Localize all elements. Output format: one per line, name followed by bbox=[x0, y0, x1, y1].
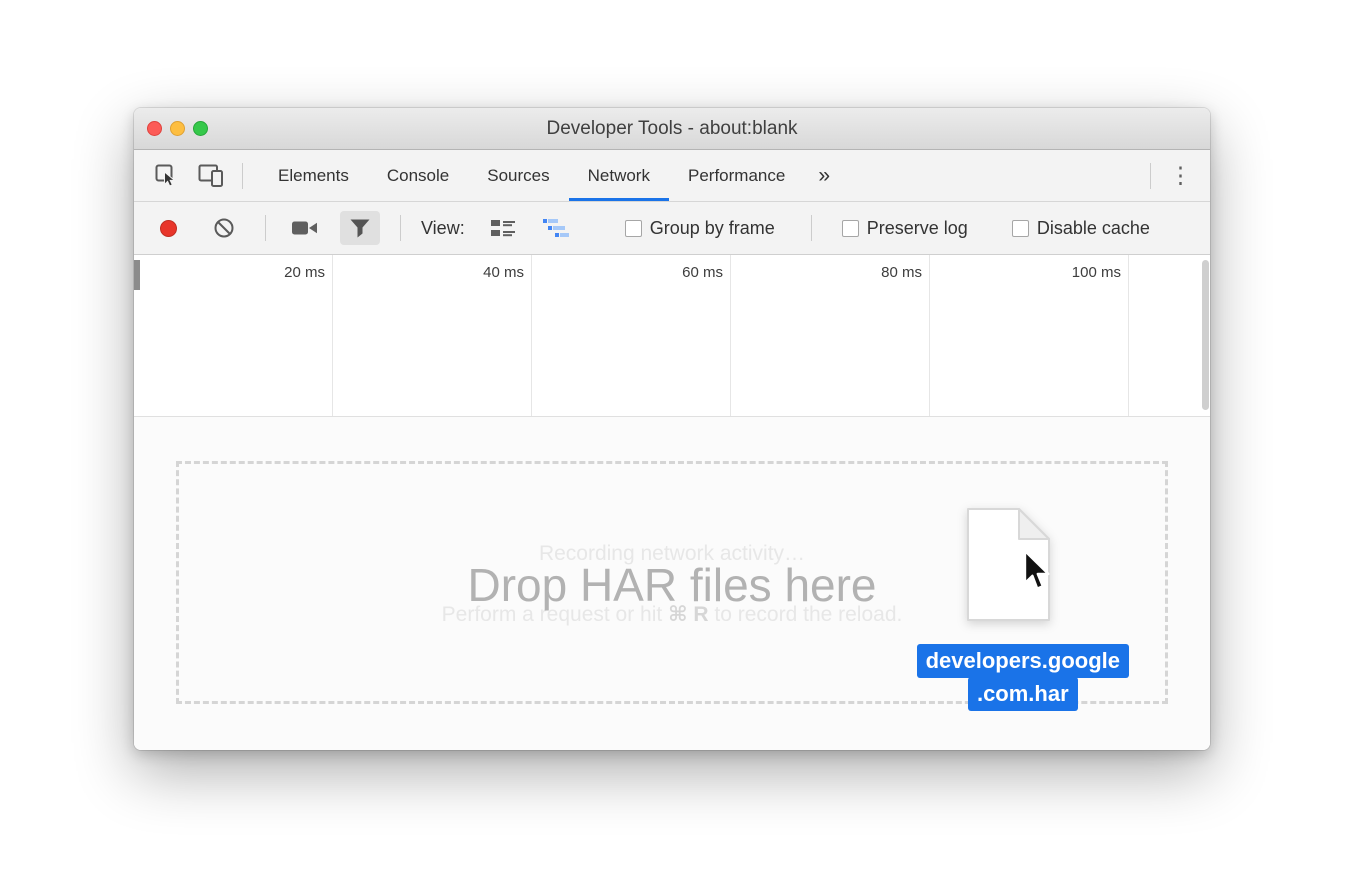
minimize-window-button[interactable] bbox=[170, 121, 185, 136]
timeline-tick-60ms: 60 ms bbox=[682, 264, 723, 281]
disable-cache-checkbox[interactable] bbox=[1012, 220, 1029, 237]
tab-elements[interactable]: Elements bbox=[259, 150, 368, 201]
devtools-window: Developer Tools - about:blank Elements C… bbox=[134, 108, 1210, 750]
tab-sources[interactable]: Sources bbox=[468, 150, 568, 201]
large-request-rows-button[interactable] bbox=[491, 219, 515, 237]
cursor-in-box-icon bbox=[155, 164, 178, 187]
network-overview-timeline: 20 ms 40 ms 60 ms 80 ms 100 ms bbox=[134, 255, 1210, 417]
page: Developer Tools - about:blank Elements C… bbox=[0, 0, 1372, 888]
capture-screenshots-button[interactable] bbox=[292, 219, 318, 237]
network-toolbar: View: bbox=[134, 202, 1210, 255]
tab-performance[interactable]: Performance bbox=[669, 150, 804, 201]
inspect-element-icon[interactable] bbox=[148, 150, 184, 201]
tab-console[interactable]: Console bbox=[368, 150, 468, 201]
devtools-tabbar: Elements Console Sources Network Perform… bbox=[134, 150, 1210, 202]
window-titlebar: Developer Tools - about:blank bbox=[134, 108, 1210, 150]
network-requests-area: Recording network activity… Perform a re… bbox=[134, 417, 1210, 750]
record-button[interactable] bbox=[160, 220, 177, 237]
timeline-column bbox=[1129, 255, 1210, 416]
devtools-menu-button[interactable]: ⋮ bbox=[1151, 150, 1210, 201]
timeline-tick-100ms: 100 ms bbox=[1072, 264, 1121, 281]
toolbar-separator-3 bbox=[811, 215, 812, 241]
tab-network[interactable]: Network bbox=[569, 150, 669, 201]
waterfall-bars-icon bbox=[543, 219, 569, 237]
toggle-device-toolbar-icon[interactable] bbox=[192, 150, 228, 201]
timeline-tick-20ms: 20 ms bbox=[284, 264, 325, 281]
mouse-cursor-icon bbox=[1022, 549, 1052, 598]
list-rows-icon bbox=[491, 219, 515, 237]
show-overview-button[interactable] bbox=[543, 219, 569, 237]
tabbar-separator bbox=[242, 163, 243, 189]
disable-cache-checkbox-group[interactable]: Disable cache bbox=[1012, 218, 1150, 239]
timeline-right-scroll-thumb[interactable] bbox=[1202, 260, 1209, 410]
har-dropzone[interactable]: Recording network activity… Perform a re… bbox=[176, 461, 1168, 704]
timeline-column: 60 ms bbox=[532, 255, 731, 416]
video-camera-icon bbox=[292, 219, 318, 237]
view-label: View: bbox=[421, 218, 465, 239]
zoom-window-button[interactable] bbox=[193, 121, 208, 136]
filter-button[interactable] bbox=[340, 211, 380, 245]
phone-tablet-icon bbox=[198, 164, 223, 187]
traffic-lights bbox=[147, 108, 208, 149]
timeline-left-scroll-thumb[interactable] bbox=[134, 260, 140, 290]
group-by-frame-checkbox[interactable] bbox=[625, 220, 642, 237]
drag-label-line-1: developers.google bbox=[917, 644, 1129, 678]
funnel-icon bbox=[350, 219, 370, 238]
clear-button[interactable] bbox=[213, 217, 235, 239]
disable-cache-label: Disable cache bbox=[1037, 218, 1150, 239]
preserve-log-checkbox-group[interactable]: Preserve log bbox=[842, 218, 968, 239]
group-by-frame-label: Group by frame bbox=[650, 218, 775, 239]
toolbar-separator-2 bbox=[400, 215, 401, 241]
timeline-tick-40ms: 40 ms bbox=[483, 264, 524, 281]
timeline-column: 40 ms bbox=[333, 255, 532, 416]
timeline-column: 80 ms bbox=[731, 255, 930, 416]
drag-label-line-2: .com.har bbox=[968, 677, 1078, 711]
preserve-log-label: Preserve log bbox=[867, 218, 968, 239]
toolbar-separator-1 bbox=[265, 215, 266, 241]
group-by-frame-checkbox-group[interactable]: Group by frame bbox=[625, 218, 775, 239]
close-window-button[interactable] bbox=[147, 121, 162, 136]
tabbar-spacer bbox=[844, 150, 1136, 201]
arrow-pointer-icon bbox=[1022, 549, 1052, 593]
timeline-column: 20 ms bbox=[134, 255, 333, 416]
dragged-file-name-label: developers.google .com.har bbox=[917, 644, 1129, 711]
timeline-tick-80ms: 80 ms bbox=[881, 264, 922, 281]
panel-tabs: Elements Console Sources Network Perform… bbox=[259, 150, 804, 201]
circle-slash-icon bbox=[213, 217, 235, 239]
more-tabs-button[interactable]: » bbox=[804, 150, 844, 201]
timeline-column: 100 ms bbox=[930, 255, 1129, 416]
preserve-log-checkbox[interactable] bbox=[842, 220, 859, 237]
window-title: Developer Tools - about:blank bbox=[546, 118, 797, 140]
